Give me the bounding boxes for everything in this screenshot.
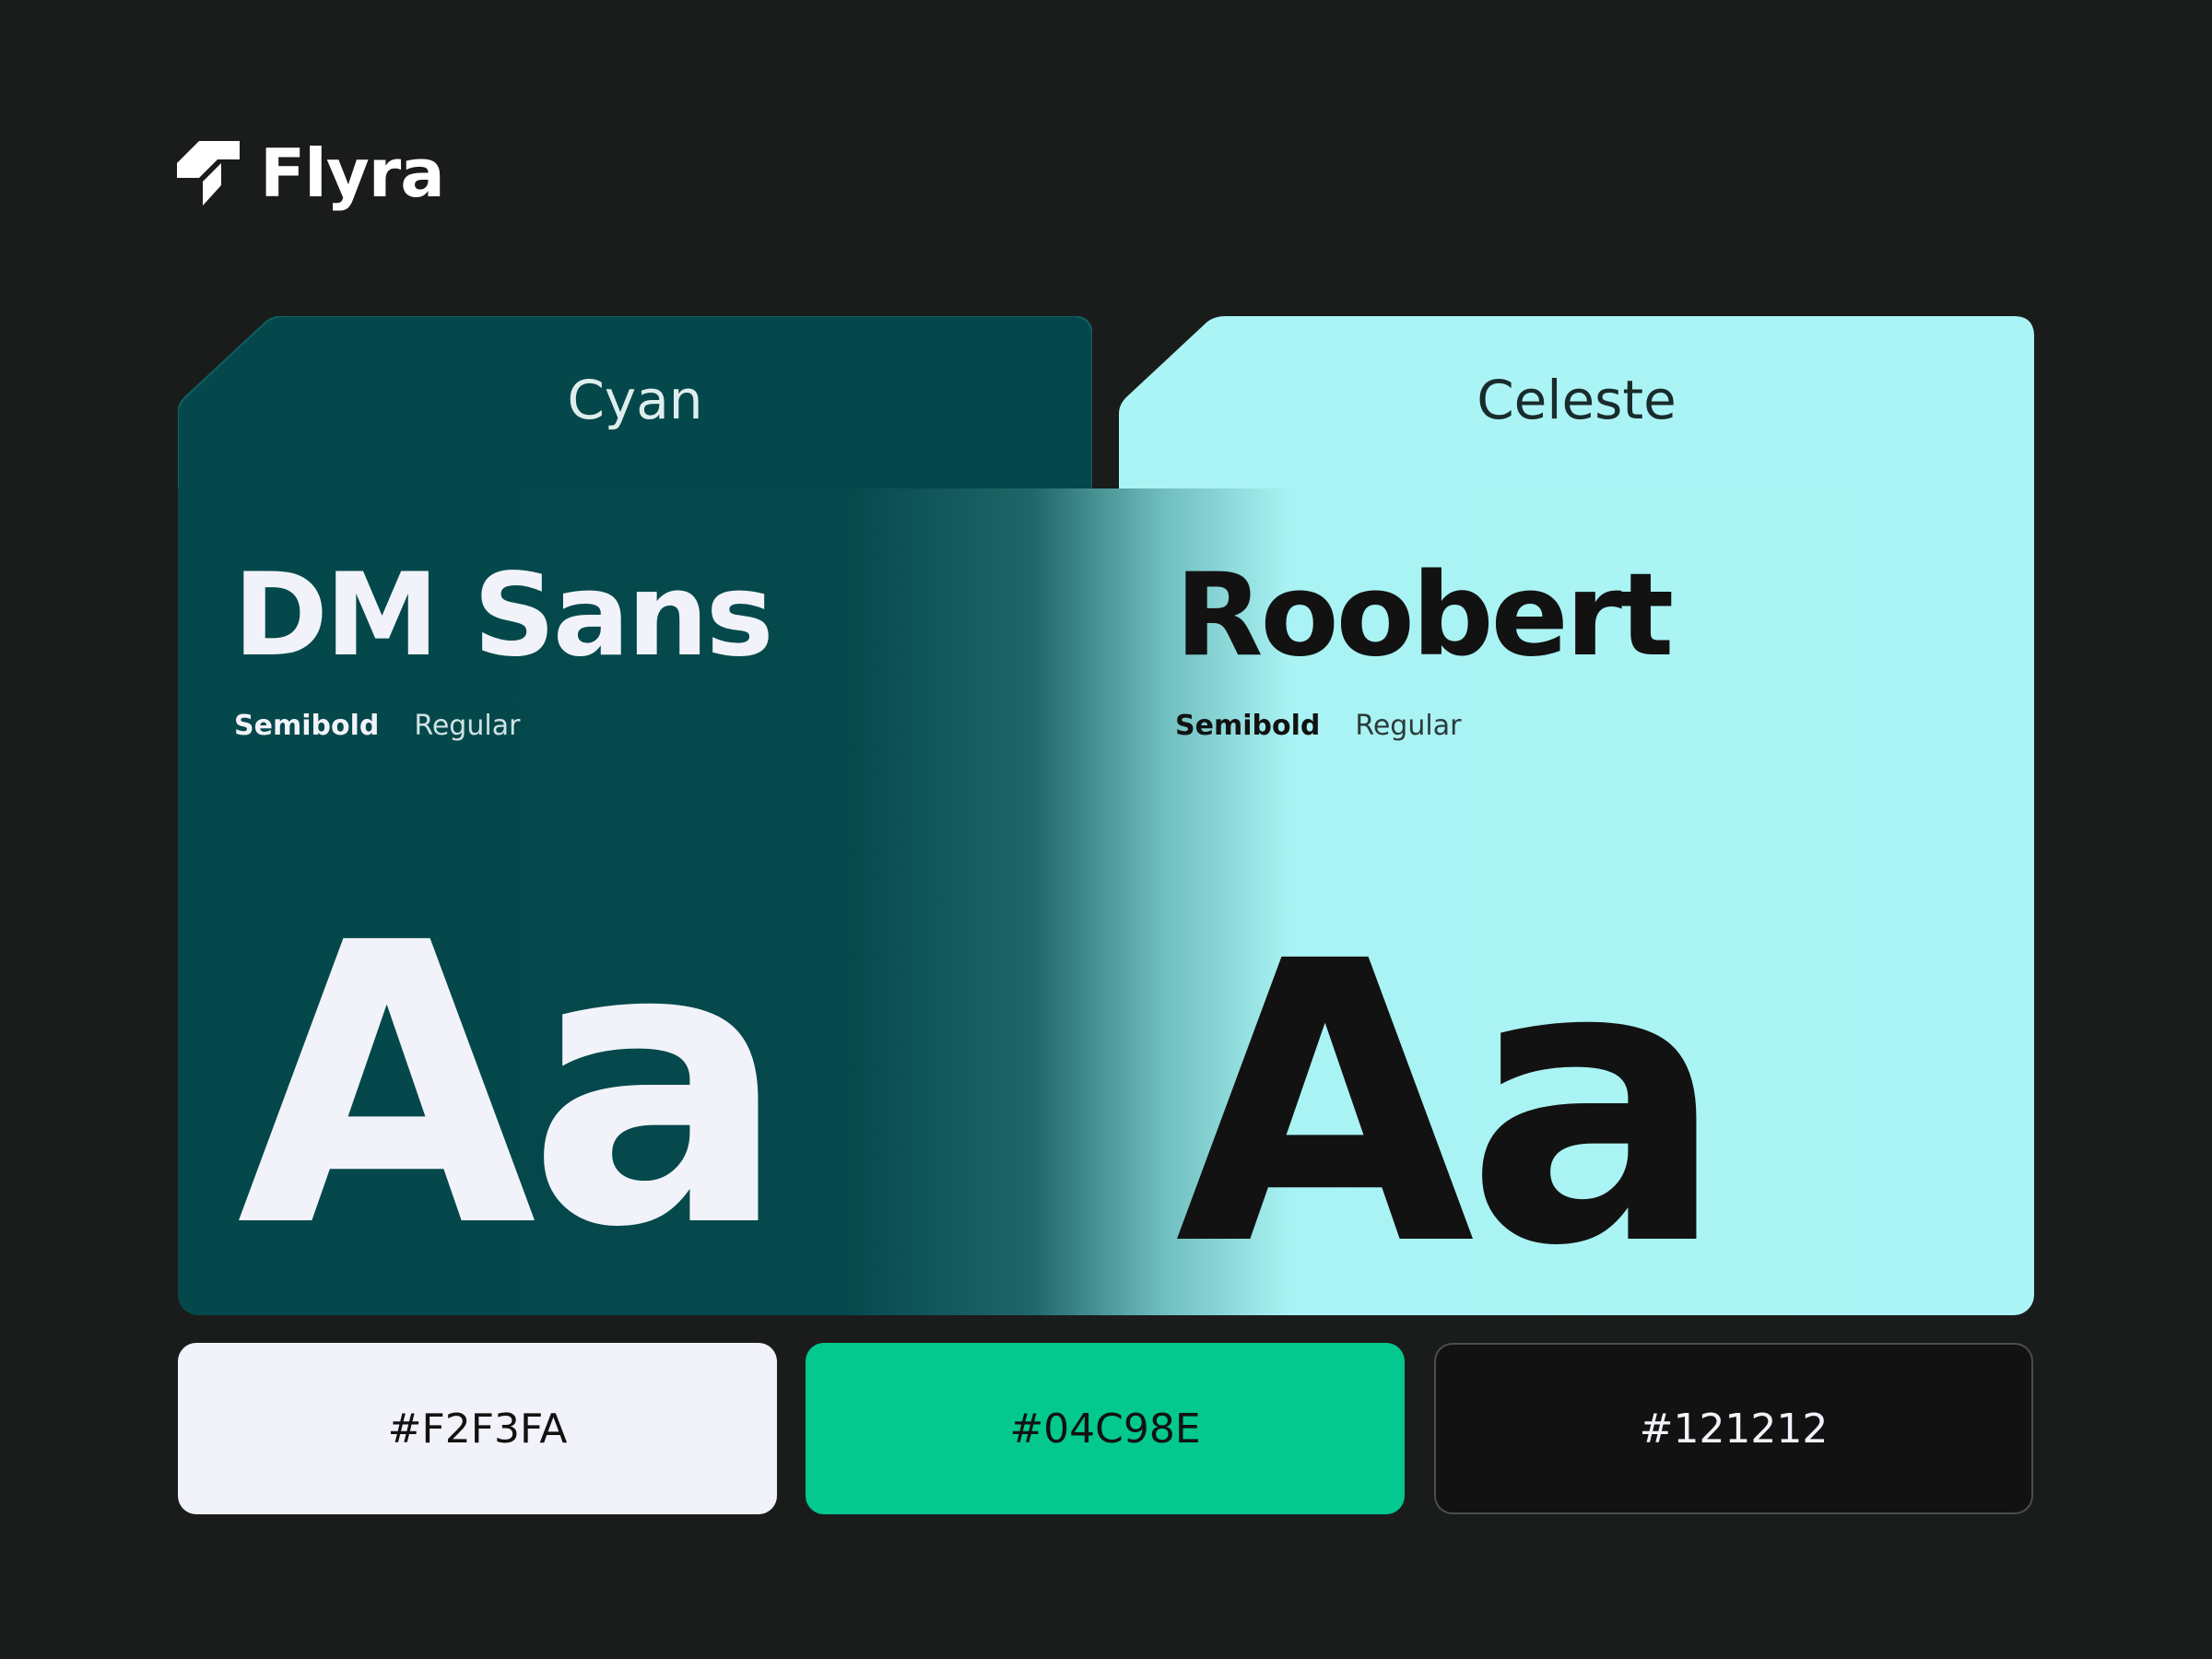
font-name-primary: DM Sans	[233, 549, 774, 682]
typography-panel: DM Sans Semibold Regular Aa Roobert Semi…	[178, 488, 2034, 1315]
swatch-hex: #F2F3FA	[387, 1405, 568, 1453]
tab-label-celeste: Celeste	[1477, 369, 1677, 431]
swatch-hex: #04C98E	[1009, 1405, 1201, 1453]
font-weights-primary: Semibold Regular	[234, 710, 555, 742]
flyra-logo-icon	[177, 141, 240, 206]
weight-semibold: Semibold	[234, 710, 380, 742]
brand-logo: Flyra	[177, 135, 445, 212]
color-swatch-green: #04C98E	[806, 1343, 1405, 1514]
swatch-hex: #121212	[1639, 1405, 1829, 1453]
tab-label-cyan: Cyan	[567, 369, 703, 431]
weight-regular: Regular	[1355, 710, 1462, 742]
font-weights-secondary: Semibold Regular	[1175, 710, 1496, 742]
tab-celeste: Celeste	[1119, 316, 2034, 491]
color-swatch-light: #F2F3FA	[178, 1343, 777, 1514]
font-sample-secondary: Aa	[1175, 880, 1726, 1315]
font-name-secondary: Roobert	[1175, 549, 1674, 682]
color-swatch-dark: #121212	[1434, 1343, 2033, 1514]
tab-cyan: Cyan	[178, 316, 1092, 491]
brand-name: Flyra	[260, 135, 445, 212]
font-sample-primary: Aa	[237, 862, 788, 1312]
weight-regular: Regular	[414, 710, 521, 742]
weight-semibold: Semibold	[1175, 710, 1321, 742]
